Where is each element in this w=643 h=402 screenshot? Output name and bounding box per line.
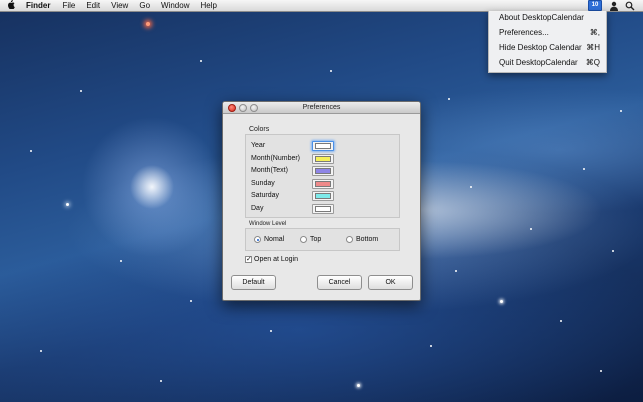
radio-label: Bottom	[356, 236, 379, 243]
apple-menu-icon[interactable]	[0, 0, 22, 11]
color-swatch	[315, 181, 331, 187]
menu-window[interactable]: Window	[161, 1, 189, 10]
month-text-color-well[interactable]	[312, 166, 334, 176]
menu-view[interactable]: View	[111, 1, 128, 10]
cancel-button[interactable]: Cancel	[317, 275, 362, 290]
month-number-color-well[interactable]	[312, 154, 334, 164]
saturday-color-well[interactable]	[312, 191, 334, 201]
radio-bottom[interactable]: Bottom	[346, 236, 378, 243]
window-title: Preferences	[302, 104, 341, 111]
menu-item-about[interactable]: About DesktopCalendar	[499, 12, 600, 24]
color-swatch	[315, 156, 331, 162]
preferences-window: Preferences Colors Year Month(Number) Mo…	[222, 101, 421, 301]
year-color-well[interactable]	[312, 141, 334, 151]
month-number-color-label: Month(Number)	[251, 155, 301, 162]
menu-item-quit[interactable]: Quit DesktopCalendar ⌘Q	[499, 57, 600, 69]
menu-go[interactable]: Go	[139, 1, 150, 10]
menu-file[interactable]: File	[62, 1, 75, 10]
menu-edit[interactable]: Edit	[86, 1, 100, 10]
sunday-color-well[interactable]	[312, 179, 334, 189]
month-text-color-label: Month(Text)	[251, 167, 288, 174]
menu-item-label: Quit DesktopCalendar	[499, 58, 578, 67]
radio-label: Nomal	[264, 236, 285, 243]
window-titlebar[interactable]: Preferences	[223, 102, 420, 114]
menu-item-shortcut: ⌘H	[586, 43, 600, 52]
saturday-color-label: Saturday	[251, 192, 280, 199]
sunday-color-label: Sunday	[251, 180, 275, 187]
color-swatch	[315, 206, 331, 212]
menu-item-preferences[interactable]: Preferences... ⌘,	[499, 27, 600, 39]
year-color-label: Year	[251, 142, 266, 149]
menu-item-hide[interactable]: Hide Desktop Calendar ⌘H	[499, 42, 600, 54]
menu-item-shortcut: ⌘,	[589, 28, 600, 37]
radio-button	[300, 236, 307, 243]
checkbox-box: ✓	[245, 256, 252, 263]
day-color-well[interactable]	[312, 204, 334, 214]
menu-finder[interactable]: Finder	[26, 1, 50, 10]
spotlight-search-icon[interactable]	[625, 1, 635, 11]
user-icon[interactable]	[609, 1, 619, 11]
open-at-login-label: Open at Login	[254, 256, 298, 263]
menu-item-label: Preferences...	[499, 28, 549, 37]
menu-help[interactable]: Help	[200, 1, 216, 10]
radio-label: Top	[310, 236, 322, 243]
menu-item-label: About DesktopCalendar	[499, 13, 584, 22]
color-swatch	[315, 168, 331, 174]
open-at-login-checkbox[interactable]: ✓ Open at Login	[245, 256, 298, 263]
day-color-label: Day	[251, 205, 264, 212]
colors-section-label: Colors	[249, 126, 270, 133]
ok-button[interactable]: OK	[368, 275, 413, 290]
menu-item-label: Hide Desktop Calendar	[499, 43, 582, 52]
radio-normal[interactable]: Nomal	[254, 236, 284, 243]
menu-item-shortcut: ⌘Q	[585, 58, 600, 67]
window-level-label: Window Level	[249, 221, 287, 227]
color-swatch	[315, 193, 331, 199]
radio-button	[254, 236, 261, 243]
radio-button	[346, 236, 353, 243]
color-swatch	[315, 143, 331, 149]
radio-top[interactable]: Top	[300, 236, 321, 243]
default-button[interactable]: Default	[231, 275, 276, 290]
desktop-calendar-menu: About DesktopCalendar Preferences... ⌘, …	[488, 11, 607, 73]
desktop-calendar-status-icon[interactable]: 10	[588, 0, 602, 11]
